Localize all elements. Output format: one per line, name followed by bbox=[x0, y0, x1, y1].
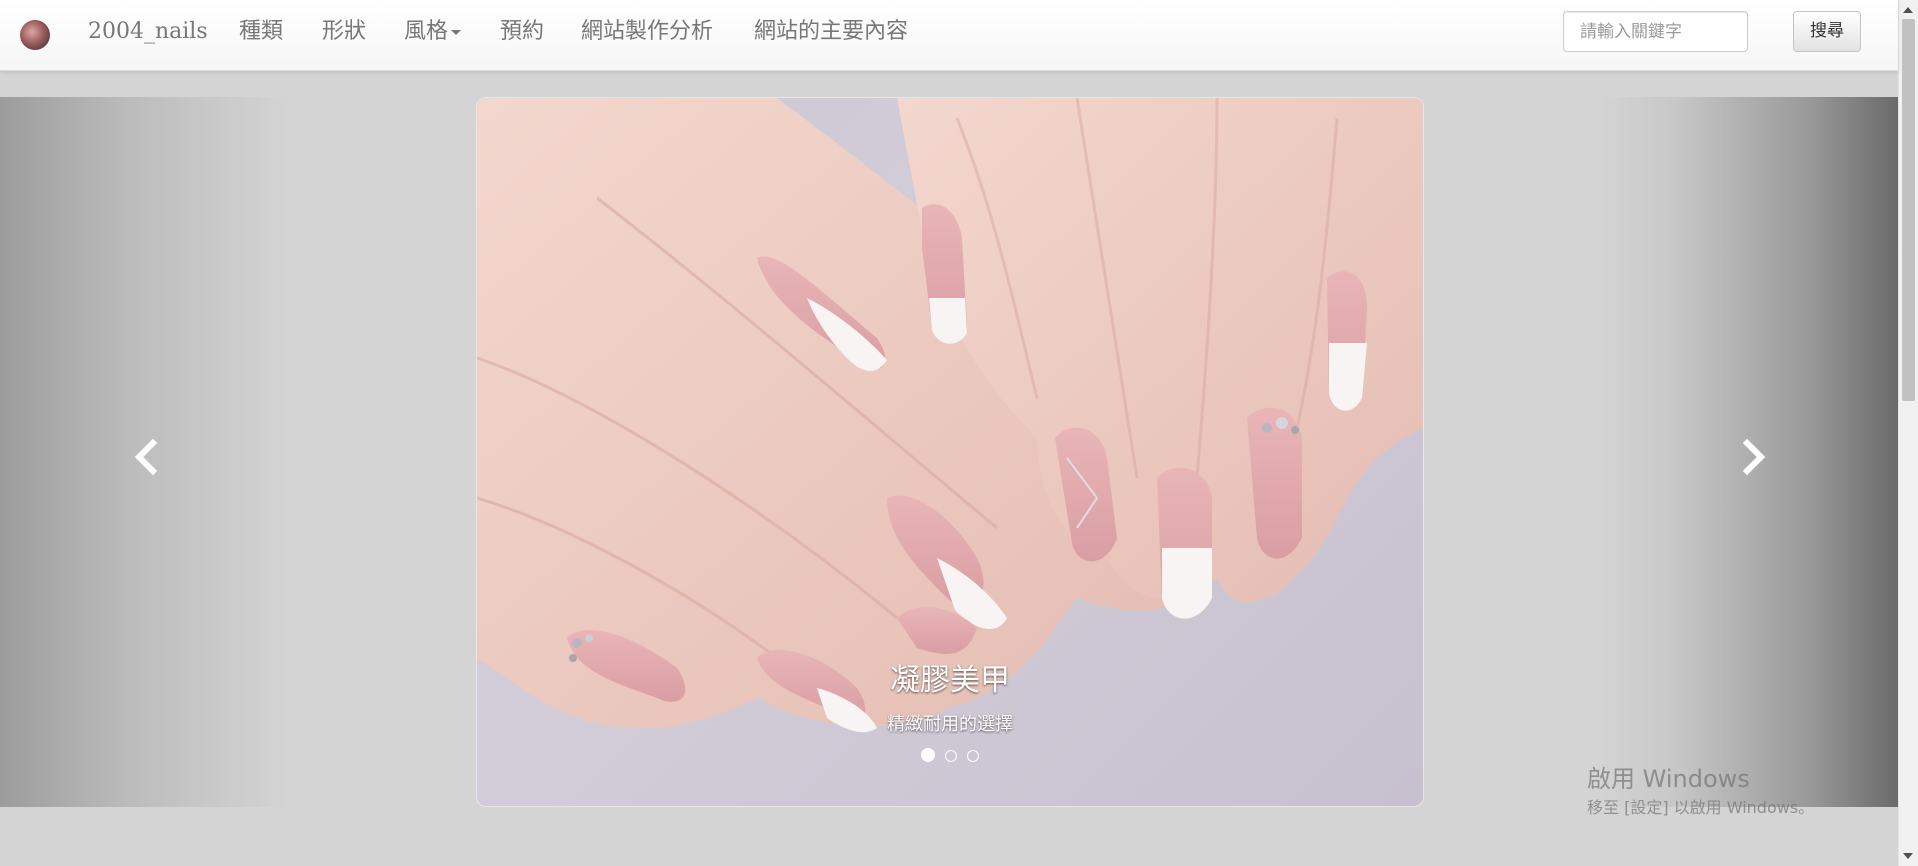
nav-item-types[interactable]: 種類 bbox=[239, 18, 283, 46]
search-button[interactable]: 搜尋 bbox=[1793, 11, 1861, 52]
vertical-scrollbar[interactable] bbox=[1898, 0, 1918, 866]
carousel-caption-subtitle: 精緻耐用的選擇 bbox=[887, 714, 1013, 735]
caret-down-icon bbox=[451, 29, 462, 35]
top-navbar: 2004_nails 種類 形狀 風格 預約 網站製作分析 網站的主要內容 搜尋 bbox=[0, 0, 1898, 71]
windows-activation-watermark: 啟用 Windows 移至 [設定] 以啟用 Windows。 bbox=[1587, 764, 1814, 819]
scroll-up-arrow-icon[interactable] bbox=[1903, 7, 1913, 13]
watermark-title: 啟用 Windows bbox=[1587, 765, 1750, 793]
carousel-indicator-3[interactable] bbox=[967, 750, 979, 762]
nav-item-main-content[interactable]: 網站的主要內容 bbox=[754, 18, 908, 46]
nail-art-photo bbox=[477, 98, 1423, 733]
scrollbar-thumb[interactable] bbox=[1902, 19, 1915, 401]
nav-item-shapes[interactable]: 形狀 bbox=[322, 18, 366, 46]
carousel-prev-button[interactable] bbox=[127, 437, 167, 477]
brand-logo[interactable] bbox=[20, 20, 50, 50]
watermark-subtitle: 移至 [設定] 以啟用 Windows。 bbox=[1587, 798, 1815, 817]
carousel-caption-title: 凝膠美甲 bbox=[890, 663, 1010, 698]
carousel-slide: 凝膠美甲 精緻耐用的選擇 bbox=[476, 97, 1424, 807]
carousel-indicator-2[interactable] bbox=[945, 750, 957, 762]
carousel-indicators bbox=[477, 748, 1423, 762]
brand-link[interactable]: 2004_nails bbox=[88, 18, 208, 46]
carousel-next-button[interactable] bbox=[1733, 437, 1773, 477]
nav-item-site-analysis[interactable]: 網站製作分析 bbox=[581, 18, 713, 46]
nav-item-booking[interactable]: 預約 bbox=[500, 18, 544, 46]
carousel-indicator-1[interactable] bbox=[921, 748, 935, 762]
chevron-right-icon bbox=[1742, 438, 1766, 476]
scroll-down-arrow-icon[interactable] bbox=[1903, 853, 1913, 859]
image-carousel: 凝膠美甲 精緻耐用的選擇 bbox=[0, 97, 1898, 807]
search-input[interactable] bbox=[1563, 11, 1748, 52]
nav-item-style-dropdown[interactable]: 風格 bbox=[404, 18, 462, 46]
nav-item-style-label: 風格 bbox=[404, 19, 449, 44]
chevron-left-icon bbox=[134, 438, 158, 476]
